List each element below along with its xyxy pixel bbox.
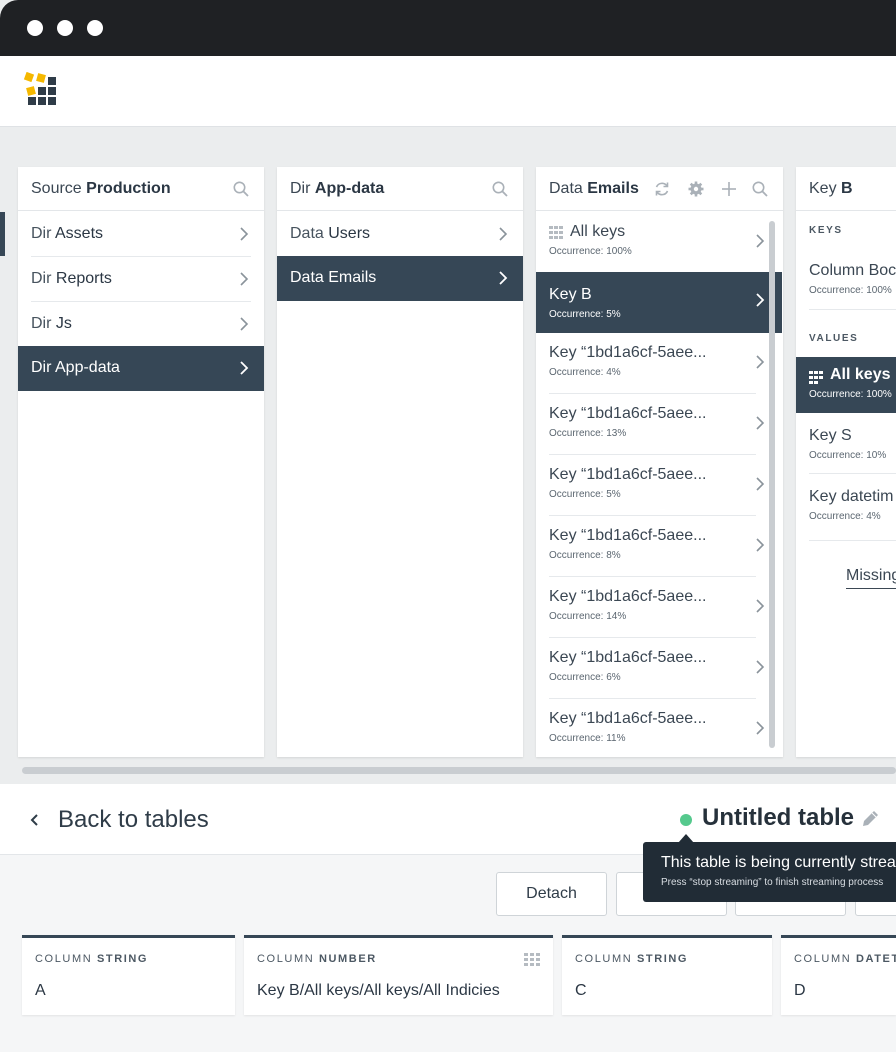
list-item-all-keys[interactable]: All keys Occurrence: 100% [796, 357, 896, 413]
window-titlebar [0, 0, 896, 56]
list-item-dir-js[interactable]: Dir Js [18, 302, 264, 347]
window-maximize-button[interactable] [87, 20, 103, 36]
chevron-right-icon [240, 317, 249, 331]
streaming-tooltip: This table is being currently streaming … [643, 842, 896, 902]
source-panel-title: Source Production [31, 180, 171, 197]
grid-logo-icon[interactable] [23, 72, 65, 114]
grid-icon [809, 371, 823, 384]
list-item-all-keys[interactable]: All keys Occurrence: 100% [536, 212, 770, 273]
list-item-key[interactable]: Key “1bd1a6cf-5aee... Occurrence: 13% [536, 394, 770, 455]
source-panel-header: Source Production [18, 167, 264, 211]
streaming-status-dot [680, 814, 692, 826]
data-panel-title: Data Emails [549, 180, 639, 197]
table-column-b[interactable]: COLUMN NUMBER Key B/All keys/All keys/Al… [244, 935, 553, 1015]
list-item-key[interactable]: Key “1bd1a6cf-5aee... Occurrence: 6% [536, 638, 770, 699]
table-column-a[interactable]: COLUMN STRING A [22, 935, 235, 1015]
key-panel-header: Key B [796, 167, 896, 211]
table-column-d[interactable]: COLUMN DATETIME D [781, 935, 896, 1015]
chevron-right-icon [756, 416, 765, 430]
key-panel-title: Key B [809, 180, 853, 197]
list-item-key[interactable]: Key “1bd1a6cf-5aee... Occurrence: 11% [536, 699, 770, 757]
search-icon[interactable] [490, 179, 510, 199]
key-panel: Key B KEYS Column Boc Occurrence: 100% V… [796, 167, 896, 757]
table-column-c[interactable]: COLUMN STRING C [562, 935, 772, 1015]
list-scrollbar[interactable] [769, 221, 775, 748]
chevron-right-icon [756, 293, 765, 307]
chevron-right-icon [756, 660, 765, 674]
list-item-key-s[interactable]: Key S Occurrence: 10% [796, 418, 896, 474]
dir-panel-title: Dir App-data [290, 180, 385, 197]
chevron-right-icon [240, 272, 249, 286]
search-icon[interactable] [231, 179, 251, 199]
grid-icon [549, 226, 563, 239]
list-item-key[interactable]: Key “1bd1a6cf-5aee... Occurrence: 8% [536, 516, 770, 577]
chevron-right-icon [756, 599, 765, 613]
list-item-dir-reports[interactable]: Dir Reports [18, 257, 264, 302]
chevron-right-icon [756, 721, 765, 735]
app-header [0, 56, 896, 127]
values-section-label: VALUES [809, 333, 859, 344]
chevron-right-icon [756, 477, 765, 491]
window-close-button[interactable] [27, 20, 43, 36]
list-item-dir-app-data[interactable]: Dir App-data [18, 346, 264, 391]
list-item-key[interactable]: Key “1bd1a6cf-5aee... Occurrence: 5% [536, 455, 770, 516]
missing-link[interactable]: Missing [846, 567, 896, 589]
dir-panel-header: Dir App-data [277, 167, 523, 211]
table-name[interactable]: Untitled table [702, 804, 854, 832]
grid-icon[interactable] [524, 952, 540, 968]
list-item-key[interactable]: Key “1bd1a6cf-5aee... Occurrence: 14% [536, 577, 770, 638]
keys-section-label: KEYS [809, 225, 843, 236]
horizontal-scrollbar[interactable] [22, 767, 896, 774]
previous-panel-selection [0, 212, 5, 256]
dir-panel: Dir App-data Data Users Data Emails [277, 167, 523, 757]
add-icon[interactable] [719, 179, 739, 199]
refresh-icon[interactable] [652, 179, 672, 199]
list-item-key[interactable]: Key “1bd1a6cf-5aee... Occurrence: 4% [536, 333, 770, 394]
back-to-tables-link[interactable]: Back to tables [28, 806, 209, 834]
chevron-left-icon [30, 814, 38, 826]
data-panel: Data Emails All keys Occurrence: 100% Ke… [536, 167, 783, 757]
list-item-key-b[interactable]: Key B Occurrence: 5% [536, 272, 782, 333]
chevron-right-icon [240, 227, 249, 241]
list-item-key-datetime[interactable]: Key datetim Occurrence: 4% [796, 479, 896, 541]
detach-button[interactable]: Detach [496, 872, 607, 916]
pencil-icon[interactable] [859, 808, 881, 830]
chevron-right-icon [756, 234, 765, 248]
chevron-right-icon [499, 227, 508, 241]
search-icon[interactable] [750, 179, 770, 199]
list-item-data-users[interactable]: Data Users [277, 212, 523, 257]
chevron-right-icon [756, 355, 765, 369]
gear-icon[interactable] [686, 179, 706, 199]
chevron-right-icon [756, 538, 765, 552]
chevron-right-icon [240, 361, 249, 375]
source-panel: Source Production Dir Assets Dir Reports… [18, 167, 264, 757]
window-minimize-button[interactable] [57, 20, 73, 36]
list-item-data-emails[interactable]: Data Emails [277, 256, 523, 301]
data-panel-header: Data Emails [536, 167, 783, 211]
chevron-right-icon [499, 271, 508, 285]
list-item-dir-assets[interactable]: Dir Assets [18, 212, 264, 257]
